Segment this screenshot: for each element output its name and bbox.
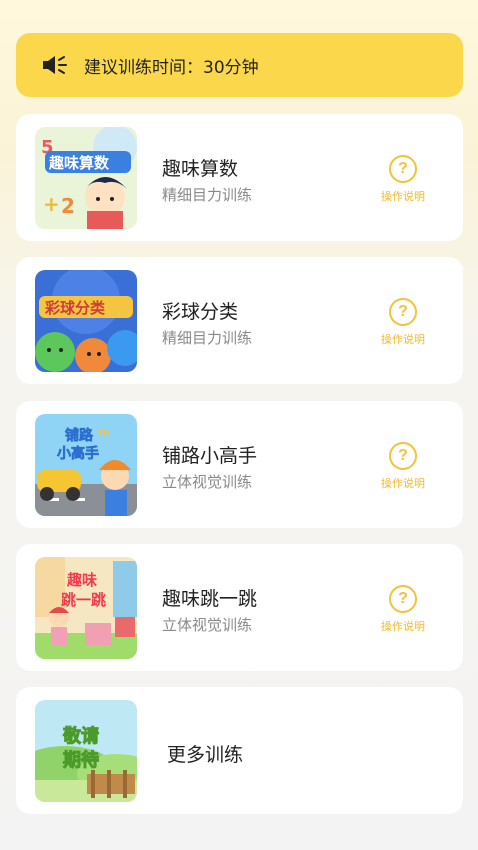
banner-text: 建议训练时间：30分钟	[84, 57, 259, 78]
thumb-title-text: 趣味算数	[48, 154, 110, 172]
help-label: 操作说明	[381, 620, 425, 633]
game-card-jump[interactable]: 趣味 跳一跳 趣味跳一跳 立体视觉训练 ? 操作说明	[16, 544, 463, 671]
help-label: 操作说明	[381, 477, 425, 490]
thumb-title-text: 小高手	[57, 445, 99, 462]
game-subtitle: 立体视觉训练	[162, 616, 253, 634]
jump-thumbnail: 趣味 跳一跳	[35, 557, 137, 659]
arithmetic-thumbnail: 5 + 2 趣味算数	[35, 127, 137, 229]
game-card-arithmetic[interactable]: 5 + 2 趣味算数 趣味算数 精细目力训练 ? 操作说明	[16, 114, 463, 241]
help-button[interactable]: ? 操作说明	[374, 155, 432, 204]
game-card-ball-sort[interactable]: 彩球分类 彩球分类 精细目力训练 ? 操作说明	[16, 257, 463, 384]
coming-soon-thumbnail: 敬请 期待	[35, 700, 137, 802]
training-time-banner: 建议训练时间：30分钟	[16, 33, 463, 97]
game-card-road-builder[interactable]: 铺路 3D 小高手 铺路小高手 立体视觉训练 ? 操作说明	[16, 401, 463, 528]
thumb-title-text: 趣味	[66, 571, 97, 589]
game-subtitle: 精细目力训练	[162, 329, 253, 347]
question-icon: ?	[389, 155, 417, 183]
help-label: 操作说明	[381, 190, 425, 203]
game-title: 铺路小高手	[162, 445, 258, 467]
thumb-title-text: 期待	[63, 749, 99, 771]
question-icon: ?	[389, 298, 417, 326]
thumb-title-text: 铺路	[65, 427, 94, 444]
ball-sort-thumbnail: 彩球分类	[35, 270, 137, 372]
speaker-icon	[43, 56, 67, 74]
game-title: 彩球分类	[162, 301, 239, 323]
help-button[interactable]: ? 操作说明	[374, 442, 432, 491]
thumb-title-text: 跳一跳	[61, 591, 106, 609]
game-subtitle: 精细目力训练	[162, 186, 253, 204]
thumb-title-text: 彩球分类	[44, 299, 106, 317]
more-training-card[interactable]: 敬请 期待 更多训练	[16, 687, 463, 814]
game-title: 趣味算数	[162, 158, 239, 180]
road-builder-thumbnail: 铺路 3D 小高手	[35, 414, 137, 516]
game-subtitle: 立体视觉训练	[162, 473, 253, 491]
svg-text:2: 2	[61, 194, 75, 218]
more-training-title: 更多训练	[167, 744, 244, 766]
svg-text:+: +	[43, 192, 60, 216]
thumb-title-text: 敬请	[62, 725, 99, 747]
help-label: 操作说明	[381, 333, 425, 346]
thumb-badge-text: 3D	[97, 429, 110, 438]
question-icon: ?	[389, 442, 417, 470]
help-button[interactable]: ? 操作说明	[374, 585, 432, 634]
game-title: 趣味跳一跳	[162, 588, 258, 610]
question-icon: ?	[389, 585, 417, 613]
help-button[interactable]: ? 操作说明	[374, 298, 432, 347]
